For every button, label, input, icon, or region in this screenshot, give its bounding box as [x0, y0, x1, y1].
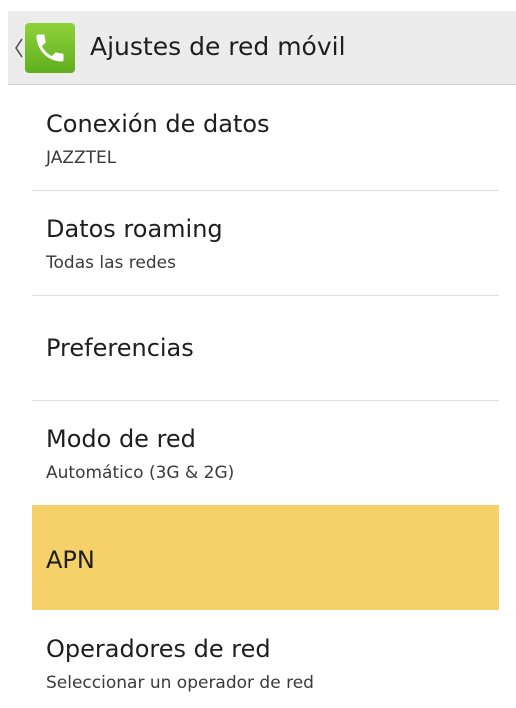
list-item-apn[interactable]: APN: [32, 505, 499, 610]
list-item-summary: Todas las redes: [46, 253, 176, 273]
list-item-title: Operadores de red: [46, 635, 271, 663]
divider: [32, 400, 499, 401]
list-item-operadores-red[interactable]: Operadores de red Seleccionar un operado…: [32, 634, 499, 704]
divider: [32, 190, 499, 191]
list-item-title: Modo de red: [46, 425, 196, 453]
action-bar: Ajustes de red móvil: [8, 11, 516, 85]
chevron-left-icon[interactable]: [13, 33, 25, 63]
page-title: Ajustes de red móvil: [90, 32, 346, 61]
list-item-datos-roaming[interactable]: Datos roaming Todas las redes: [32, 214, 499, 294]
list-item-summary: JAZZTEL: [46, 148, 117, 168]
divider: [32, 295, 499, 296]
list-item-preferencias[interactable]: Preferencias: [32, 333, 499, 373]
list-item-title: Preferencias: [46, 334, 194, 362]
list-item-conexion-datos[interactable]: Conexión de datos JAZZTEL: [32, 109, 499, 189]
list-item-summary: Seleccionar un operador de red: [46, 673, 314, 693]
list-item-summary: Automático (3G & 2G): [46, 463, 235, 483]
list-item-title: APN: [46, 546, 95, 574]
phone-icon[interactable]: [25, 23, 75, 73]
list-item-modo-red[interactable]: Modo de red Automático (3G & 2G): [32, 424, 499, 504]
list-item-title: Datos roaming: [46, 215, 223, 243]
list-item-title: Conexión de datos: [46, 110, 270, 138]
